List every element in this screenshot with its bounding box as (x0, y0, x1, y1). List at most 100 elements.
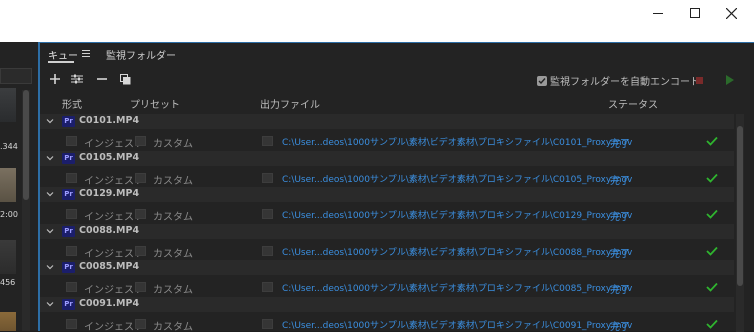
source-row[interactable]: Pr C0091.MP4 (40, 297, 734, 312)
output-row[interactable]: インジェスト カスタム C:\User...deos\1000サンプル\素材\ビ… (40, 278, 734, 296)
auto-encode-checkbox[interactable] (537, 76, 547, 86)
column-format[interactable]: 形式 (62, 96, 82, 111)
chevron-down-icon[interactable] (46, 154, 54, 162)
queue-item[interactable]: Pr C0129.MP4 インジェスト カスタム C:\User...deos\… (40, 187, 754, 223)
source-row[interactable]: Pr C0085.MP4 (40, 260, 734, 275)
output-file-link[interactable]: C:\User...deos\1000サンプル\素材\ビデオ素材\プロキシファイ… (282, 208, 632, 221)
active-tab-indicator (48, 61, 74, 63)
chevron-down-icon[interactable] (46, 117, 54, 125)
chevron-down-icon[interactable] (46, 300, 54, 308)
chevron-down-icon[interactable] (46, 190, 54, 198)
format-dropdown-icon[interactable] (66, 136, 77, 146)
format-dropdown-icon[interactable] (66, 319, 77, 329)
preset-value[interactable]: カスタム (153, 318, 193, 332)
chevron-down-icon[interactable] (46, 263, 54, 271)
format-dropdown-icon[interactable] (66, 209, 77, 219)
premiere-icon: Pr (62, 262, 75, 273)
clip-thumbnail[interactable] (0, 240, 16, 274)
queue-item[interactable]: Pr C0085.MP4 インジェスト カスタム C:\User...deos\… (40, 260, 754, 296)
output-row[interactable]: インジェスト カスタム C:\User...deos\1000サンプル\素材\ビ… (40, 242, 734, 260)
status-link[interactable]: 完了 (610, 135, 630, 150)
column-preset[interactable]: プリセット (130, 96, 180, 111)
source-file-name: C0091.MP4 (79, 298, 139, 309)
panel-menu-icon[interactable] (82, 50, 90, 57)
output-file-link[interactable]: C:\User...deos\1000サンプル\素材\ビデオ素材\プロキシファイ… (282, 281, 632, 294)
column-headers: 形式 プリセット 出力ファイル ステータス (40, 96, 754, 110)
premiere-icon: Pr (62, 189, 75, 200)
premiere-icon: Pr (62, 299, 75, 310)
status-link[interactable]: 完了 (610, 172, 630, 187)
close-button[interactable] (708, 0, 754, 26)
output-row[interactable]: インジェスト カスタム C:\User...deos\1000サンプル\素材\ビ… (40, 205, 734, 223)
output-row[interactable]: インジェスト カスタム C:\User...deos\1000サンプル\素材\ビ… (40, 132, 734, 150)
format-dropdown-icon[interactable] (66, 282, 77, 292)
output-dropdown-icon[interactable] (262, 209, 273, 219)
output-file-link[interactable]: C:\User...deos\1000サンプル\素材\ビデオ素材\プロキシファイ… (282, 172, 632, 185)
play-icon[interactable] (726, 75, 734, 85)
output-row[interactable]: インジェスト カスタム C:\User...deos\1000サンプル\素材\ビ… (40, 169, 734, 187)
tab-queue[interactable]: キュー (48, 47, 78, 62)
preset-dropdown-icon[interactable] (135, 246, 146, 256)
clip-thumbnail[interactable] (0, 312, 16, 331)
preset-dropdown-icon[interactable] (135, 319, 146, 329)
source-row[interactable]: Pr C0129.MP4 (40, 187, 734, 202)
checkmark-icon (706, 246, 718, 256)
column-status[interactable]: ステータス (608, 96, 658, 111)
preset-value[interactable]: カスタム (153, 281, 193, 296)
column-output[interactable]: 出力ファイル (260, 96, 320, 111)
clip-thumbnail[interactable] (0, 168, 16, 202)
sliders-icon[interactable] (70, 72, 84, 86)
preset-dropdown-icon[interactable] (135, 136, 146, 146)
queue-item[interactable]: Pr C0105.MP4 インジェスト カスタム C:\User...deos\… (40, 151, 754, 187)
preset-dropdown-icon[interactable] (135, 173, 146, 183)
project-search-field[interactable] (0, 68, 32, 84)
status-link[interactable]: 完了 (610, 318, 630, 332)
stop-icon[interactable] (696, 77, 703, 84)
maximize-icon (690, 8, 700, 18)
output-file-link[interactable]: C:\User...deos\1000サンプル\素材\ビデオ素材\プロキシファイ… (282, 135, 632, 148)
checkmark-icon (706, 173, 718, 183)
format-dropdown-icon[interactable] (66, 246, 77, 256)
tab-watch-folders[interactable]: 監視フォルダー (106, 47, 176, 62)
output-dropdown-icon[interactable] (262, 319, 273, 329)
preset-value[interactable]: カスタム (153, 245, 193, 260)
source-row[interactable]: Pr C0105.MP4 (40, 151, 734, 166)
preset-value[interactable]: カスタム (153, 135, 193, 150)
source-file-name: C0101.MP4 (79, 115, 139, 126)
queue-item[interactable]: Pr C0091.MP4 インジェスト カスタム C:\User...deos\… (40, 297, 754, 332)
output-row[interactable]: インジェスト カスタム C:\User...deos\1000サンプル\素材\ビ… (40, 315, 734, 332)
title-bar (0, 0, 754, 42)
output-dropdown-icon[interactable] (262, 136, 273, 146)
queue-item[interactable]: Pr C0101.MP4 インジェスト カスタム C:\User...deos\… (40, 114, 754, 150)
output-file-link[interactable]: C:\User...deos\1000サンプル\素材\ビデオ素材\プロキシファイ… (282, 318, 632, 331)
clip-duration: 456 (0, 278, 16, 287)
source-row[interactable]: Pr C0101.MP4 (40, 114, 734, 129)
plus-icon[interactable] (48, 72, 62, 86)
auto-encode-option[interactable]: 監視フォルダーを自動エンコード (537, 73, 700, 88)
checkmark-icon (706, 282, 718, 292)
chevron-down-icon[interactable] (46, 227, 54, 235)
scrollbar-thumb[interactable] (737, 126, 743, 286)
output-dropdown-icon[interactable] (262, 282, 273, 292)
preset-dropdown-icon[interactable] (135, 282, 146, 292)
queue-item[interactable]: Pr C0088.MP4 インジェスト カスタム C:\User...deos\… (40, 224, 754, 260)
source-row[interactable]: Pr C0088.MP4 (40, 224, 734, 239)
status-link[interactable]: 完了 (610, 245, 630, 260)
output-file-link[interactable]: C:\User...deos\1000サンプル\素材\ビデオ素材\プロキシファイ… (282, 245, 632, 258)
premiere-icon: Pr (62, 153, 75, 164)
format-dropdown-icon[interactable] (66, 173, 77, 183)
minus-icon[interactable] (95, 72, 109, 86)
queue-scrollbar[interactable] (736, 114, 744, 332)
checkmark-icon (706, 209, 718, 219)
preset-dropdown-icon[interactable] (135, 209, 146, 219)
output-dropdown-icon[interactable] (262, 246, 273, 256)
clip-thumbnail[interactable] (0, 88, 16, 122)
duplicate-icon[interactable] (118, 72, 132, 86)
preset-value[interactable]: カスタム (153, 172, 193, 187)
status-link[interactable]: 完了 (610, 208, 630, 223)
preset-value[interactable]: カスタム (153, 208, 193, 223)
output-dropdown-icon[interactable] (262, 173, 273, 183)
project-scrollbar[interactable] (22, 90, 30, 331)
status-link[interactable]: 完了 (610, 281, 630, 296)
scrollbar-thumb[interactable] (23, 90, 29, 200)
